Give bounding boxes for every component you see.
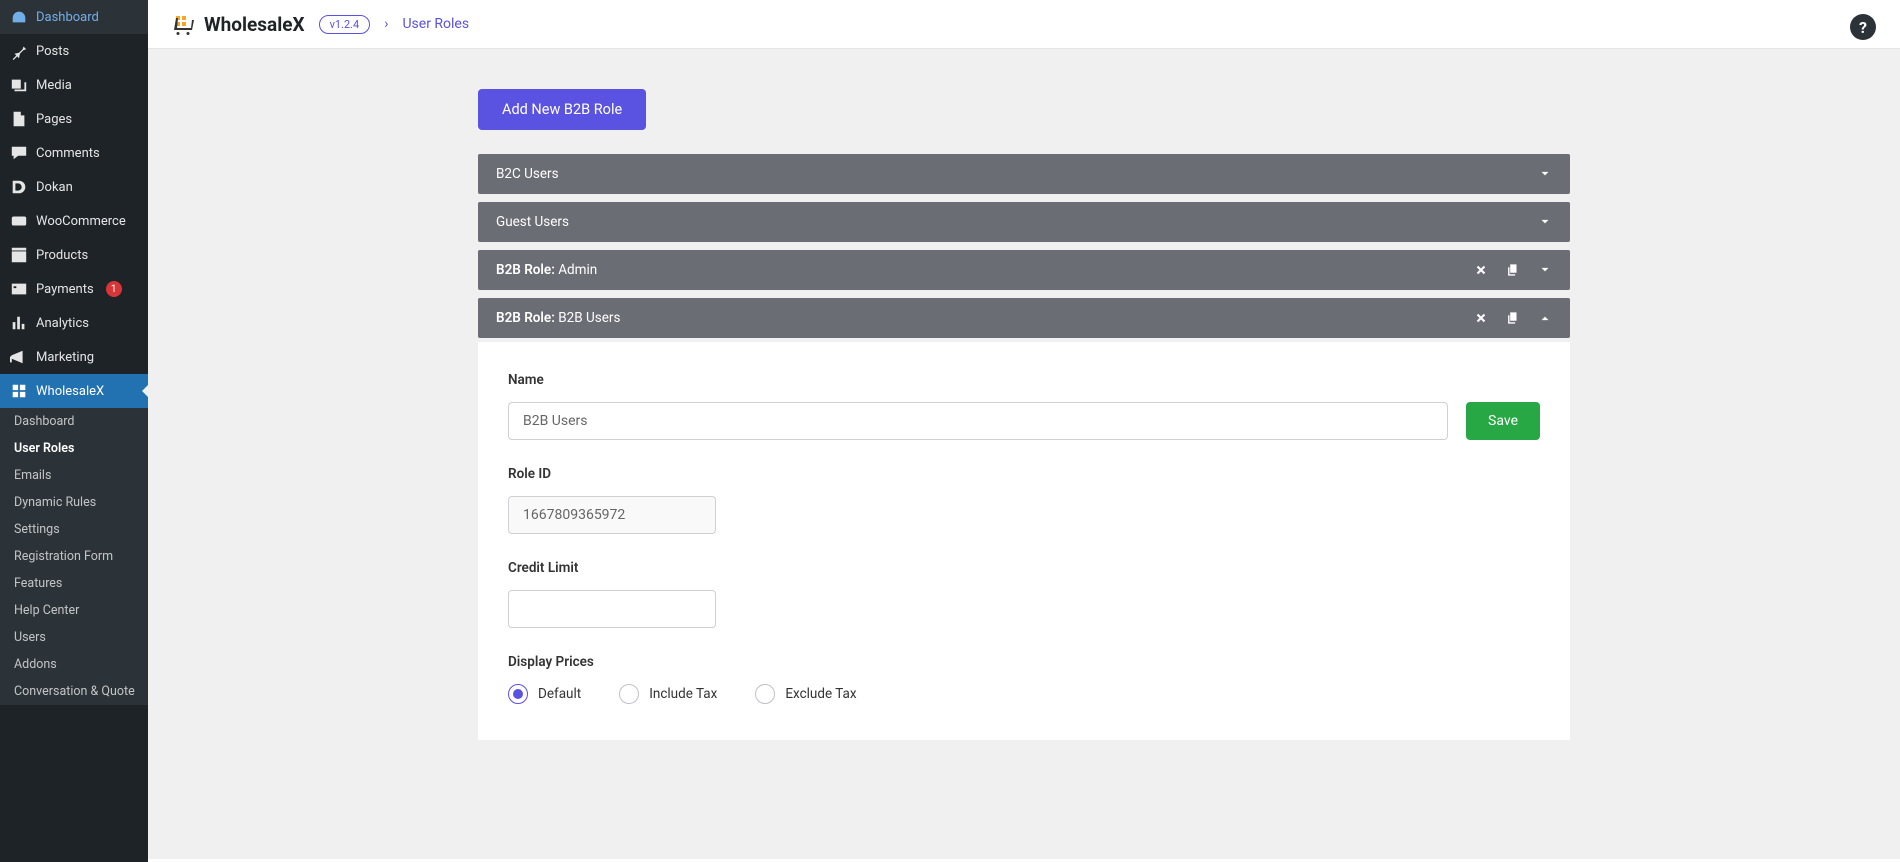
sidebar-item-woocommerce[interactable]: WooCommerce bbox=[0, 204, 148, 238]
page-icon bbox=[10, 110, 28, 128]
badge: 1 bbox=[106, 281, 122, 297]
chevron-down-icon[interactable] bbox=[1538, 263, 1552, 277]
sidebar-item-pages[interactable]: Pages bbox=[0, 102, 148, 136]
megaphone-icon bbox=[10, 348, 28, 366]
accordion-guest-users[interactable]: Guest Users bbox=[478, 202, 1570, 242]
sidebar-label: WholesaleX bbox=[36, 384, 104, 399]
sub-item-dynamic-rules[interactable]: Dynamic Rules bbox=[0, 489, 148, 516]
chevron-right-icon: › bbox=[384, 16, 388, 32]
woo-icon bbox=[10, 212, 28, 230]
radio-default[interactable]: Default bbox=[508, 684, 581, 704]
comment-icon bbox=[10, 144, 28, 162]
role-form-panel: Name Save Role ID Credit Limit bbox=[478, 342, 1570, 740]
accordion-title: B2B Role: Admin bbox=[496, 262, 1474, 278]
sidebar-item-comments[interactable]: Comments bbox=[0, 136, 148, 170]
dokan-icon bbox=[10, 178, 28, 196]
chart-icon bbox=[10, 314, 28, 332]
sub-item-addons[interactable]: Addons bbox=[0, 651, 148, 678]
sub-item-users[interactable]: Users bbox=[0, 624, 148, 651]
radio-dot-icon bbox=[755, 684, 775, 704]
radio-exclude-tax[interactable]: Exclude Tax bbox=[755, 684, 856, 704]
delete-icon[interactable] bbox=[1474, 263, 1488, 277]
media-icon bbox=[10, 76, 28, 94]
name-label: Name bbox=[508, 372, 1540, 388]
sidebar-label: Media bbox=[36, 78, 72, 93]
sidebar-item-payments[interactable]: Payments 1 bbox=[0, 272, 148, 306]
prices-label: Display Prices bbox=[508, 654, 1540, 670]
credit-label: Credit Limit bbox=[508, 560, 1540, 576]
sidebar-label: Posts bbox=[36, 44, 69, 59]
cart-icon bbox=[172, 12, 196, 36]
gauge-icon bbox=[10, 8, 28, 26]
sub-item-dashboard[interactable]: Dashboard bbox=[0, 408, 148, 435]
sub-item-conversation-quote[interactable]: Conversation & Quote bbox=[0, 678, 148, 705]
pin-icon bbox=[10, 42, 28, 60]
version-badge: v1.2.4 bbox=[319, 15, 371, 34]
accordion-b2b-users[interactable]: B2B Role: B2B Users bbox=[478, 298, 1570, 338]
sidebar-item-analytics[interactable]: Analytics bbox=[0, 306, 148, 340]
topbar: WholesaleX v1.2.4 › User Roles bbox=[148, 0, 1900, 49]
sidebar-label: Payments bbox=[36, 282, 94, 297]
sidebar-label: Comments bbox=[36, 146, 100, 161]
sidebar-item-posts[interactable]: Posts bbox=[0, 34, 148, 68]
chevron-down-icon[interactable] bbox=[1538, 167, 1552, 181]
sidebar-item-marketing[interactable]: Marketing bbox=[0, 340, 148, 374]
accordion-b2c-users[interactable]: B2C Users bbox=[478, 154, 1570, 194]
chevron-up-icon[interactable] bbox=[1538, 311, 1552, 325]
accordion-title: B2C Users bbox=[496, 166, 1538, 182]
sub-item-features[interactable]: Features bbox=[0, 570, 148, 597]
delete-icon[interactable] bbox=[1474, 311, 1488, 325]
accordion-title: Guest Users bbox=[496, 214, 1538, 230]
sidebar-item-dashboard[interactable]: Dashboard bbox=[0, 0, 148, 34]
accordion-b2b-admin[interactable]: B2B Role: Admin bbox=[478, 250, 1570, 290]
roleid-label: Role ID bbox=[508, 466, 1540, 482]
sidebar-item-wholesalex[interactable]: WholesaleX bbox=[0, 374, 148, 408]
brand-logo: WholesaleX bbox=[172, 12, 305, 36]
help-button[interactable]: ? bbox=[1850, 14, 1876, 40]
sidebar-label: Analytics bbox=[36, 316, 89, 331]
sidebar-label: Dokan bbox=[36, 180, 73, 195]
save-button[interactable]: Save bbox=[1466, 402, 1540, 440]
radio-include-tax[interactable]: Include Tax bbox=[619, 684, 717, 704]
roleid-input bbox=[508, 496, 716, 534]
sub-item-registration-form[interactable]: Registration Form bbox=[0, 543, 148, 570]
name-input[interactable] bbox=[508, 402, 1448, 440]
radio-dot-icon bbox=[508, 684, 528, 704]
admin-sidebar: Dashboard Posts Media Pages Comments Dok… bbox=[0, 0, 148, 862]
sub-item-settings[interactable]: Settings bbox=[0, 516, 148, 543]
sidebar-item-dokan[interactable]: Dokan bbox=[0, 170, 148, 204]
sub-item-emails[interactable]: Emails bbox=[0, 462, 148, 489]
brand-name: WholesaleX bbox=[204, 13, 305, 36]
wholesalex-icon bbox=[10, 382, 28, 400]
sidebar-label: Products bbox=[36, 248, 88, 263]
radio-dot-icon bbox=[619, 684, 639, 704]
sub-item-user-roles[interactable]: User Roles bbox=[0, 435, 148, 462]
accordion-title: B2B Role: B2B Users bbox=[496, 310, 1474, 326]
sidebar-label: Pages bbox=[36, 112, 72, 127]
payment-icon bbox=[10, 280, 28, 298]
chevron-down-icon[interactable] bbox=[1538, 215, 1552, 229]
sub-item-help-center[interactable]: Help Center bbox=[0, 597, 148, 624]
breadcrumb: User Roles bbox=[402, 16, 469, 32]
box-icon bbox=[10, 246, 28, 264]
copy-icon[interactable] bbox=[1506, 311, 1520, 325]
sidebar-label: Dashboard bbox=[36, 10, 99, 25]
copy-icon[interactable] bbox=[1506, 263, 1520, 277]
sidebar-label: WooCommerce bbox=[36, 214, 126, 229]
credit-input[interactable] bbox=[508, 590, 716, 628]
sidebar-item-products[interactable]: Products bbox=[0, 238, 148, 272]
add-role-button[interactable]: Add New B2B Role bbox=[478, 89, 646, 130]
sidebar-label: Marketing bbox=[36, 350, 94, 365]
sidebar-item-media[interactable]: Media bbox=[0, 68, 148, 102]
sidebar-submenu: Dashboard User Roles Emails Dynamic Rule… bbox=[0, 408, 148, 705]
main-content: WholesaleX v1.2.4 › User Roles ? Add New… bbox=[148, 0, 1900, 862]
